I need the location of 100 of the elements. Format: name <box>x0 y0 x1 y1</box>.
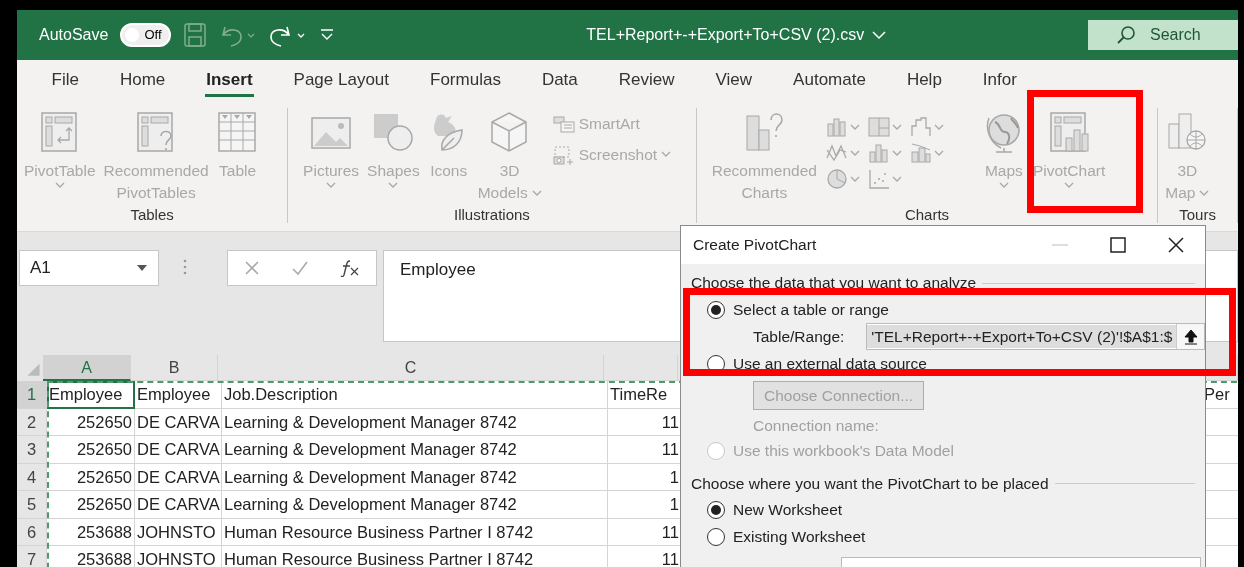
radio-label: Use an external data source <box>733 353 927 374</box>
radio-button[interactable] <box>707 300 725 319</box>
dropdown-arrow-icon <box>136 264 148 272</box>
chart-help-icon <box>743 110 786 154</box>
table-cell: 252650 <box>47 463 135 491</box>
caret-icon <box>849 149 860 157</box>
close-icon[interactable] <box>1168 237 1184 253</box>
chart-type-button[interactable] <box>867 142 902 164</box>
table-cell: JOHNSTO <box>135 518 222 546</box>
chart-type-button[interactable] <box>825 168 860 190</box>
row-header[interactable]: 4 <box>17 463 47 491</box>
chart-type-button[interactable] <box>909 142 944 164</box>
menu-tab[interactable]: Home <box>99 60 186 100</box>
pie-chart-icon <box>825 168 848 190</box>
table-cell: DE CARVA <box>135 408 222 436</box>
minimize-icon[interactable] <box>1051 243 1069 247</box>
table-cell: Human Resource Business Partner I 8742 <box>222 518 608 546</box>
row-header[interactable]: 6 <box>17 518 47 546</box>
caret-icon <box>849 123 860 131</box>
combo-chart-icon <box>909 142 932 164</box>
row-header[interactable]: 5 <box>17 491 47 519</box>
menu-tab[interactable]: Data <box>521 60 599 100</box>
column-chart-icon <box>825 116 848 138</box>
group-label: Charts <box>903 205 951 225</box>
column-header[interactable]: A <box>43 355 131 381</box>
chevron-down-icon[interactable] <box>872 30 887 40</box>
chart-type-button[interactable] <box>867 168 902 190</box>
treemap-icon <box>867 116 890 138</box>
radio-button[interactable] <box>707 501 725 519</box>
row-header[interactable]: 7 <box>17 546 47 567</box>
column-header[interactable] <box>604 355 678 381</box>
table-cell: 252650 <box>47 408 135 436</box>
menu-tab[interactable]: Help <box>886 60 963 100</box>
dialog-title: Create PivotChart <box>693 235 818 256</box>
histogram-icon <box>867 142 890 164</box>
table-cell: Job.Description <box>222 381 608 409</box>
table-cell: Learning & Development Manager 8742 <box>222 436 608 464</box>
document-title: TEL+Report+-+Export+To+CSV (2).csv <box>586 25 865 45</box>
section-heading: Choose where you want the PivotChart to be placed <box>691 473 1049 494</box>
caret-icon <box>849 175 860 183</box>
range-field[interactable]: 'TEL+Report+-+Export+To+CSV (2)'!$A$1:$ <box>866 323 1206 350</box>
column-header[interactable]: B <box>131 355 218 381</box>
customize-toolbar-icon[interactable] <box>318 28 335 42</box>
caret-icon <box>891 149 902 157</box>
waterfall-icon <box>909 116 932 138</box>
table-cell: 252650 <box>47 436 135 464</box>
chart-type-button[interactable] <box>909 116 944 138</box>
field-label: Connection name: <box>753 416 880 437</box>
radio-label: Existing Worksheet <box>733 527 866 548</box>
menu-tab[interactable]: Automate <box>772 60 887 100</box>
menu-tab[interactable]: Review <box>598 60 696 100</box>
pivot-chart-icon <box>1048 110 1091 154</box>
field-label: Table/Range: <box>753 326 845 347</box>
collapse-button[interactable] <box>1176 324 1205 349</box>
table-cell: Learning & Development Manager 8742 <box>222 408 608 436</box>
column-header[interactable]: C <box>218 355 604 381</box>
group-label: Tours <box>1178 205 1217 225</box>
chart-type-button[interactable] <box>867 116 902 138</box>
radio-label: Select a table or range <box>733 299 889 320</box>
autosave-label: AutoSave <box>39 25 109 45</box>
group-label: Tables <box>129 205 175 225</box>
caret-icon <box>933 123 944 131</box>
group-label: Illustrations <box>453 205 531 225</box>
radio-button[interactable] <box>707 528 725 546</box>
radio-label: New Worksheet <box>733 500 843 521</box>
row-header[interactable]: 1 <box>17 381 47 409</box>
caret-icon <box>933 149 944 157</box>
table-cell: 253688 <box>47 518 135 546</box>
chart-type-button[interactable] <box>825 116 860 138</box>
table-cell: Human Resource Business Partner I 8742 <box>222 546 608 567</box>
cancel-icon[interactable] <box>243 260 260 276</box>
name-box[interactable]: A1 <box>19 250 159 286</box>
table-cell: 252650 <box>47 491 135 519</box>
scatter-chart-icon <box>867 168 890 190</box>
function-icon[interactable] <box>340 259 361 277</box>
splitter-handle-icon[interactable] <box>183 258 187 276</box>
table-cell: Employee <box>135 381 222 409</box>
maximize-icon[interactable] <box>1110 237 1126 253</box>
search-field[interactable]: Search <box>1088 20 1238 50</box>
table-cell: Learning & Development Manager 8742 <box>222 463 608 491</box>
row-header[interactable]: 3 <box>17 436 47 464</box>
active-cell[interactable]: Employee <box>47 381 135 409</box>
table-cell: DE CARVA <box>135 436 222 464</box>
table-cell: DE CARVA <box>135 463 222 491</box>
smartart-icon <box>552 114 575 133</box>
upload-arrow-icon <box>1183 328 1198 345</box>
autosave-toggle[interactable]: Off <box>120 23 171 47</box>
menu-tab[interactable]: Infor <box>962 60 1038 100</box>
menu-tab[interactable]: View <box>695 60 773 100</box>
save-icon[interactable] <box>182 22 207 48</box>
check-icon[interactable] <box>291 260 309 276</box>
menu-tab[interactable]: Page Layout <box>273 60 410 100</box>
menu-tab[interactable]: Formulas <box>409 60 522 100</box>
table-cell: 253688 <box>47 546 135 567</box>
menu-tab[interactable]: File <box>31 60 100 100</box>
caret-icon <box>891 175 902 183</box>
menu-tab[interactable]: Insert <box>185 60 274 100</box>
screenshot-icon <box>552 144 575 165</box>
table-cell: Learning & Development Manager 8742 <box>222 491 608 519</box>
row-header[interactable]: 2 <box>17 408 47 436</box>
